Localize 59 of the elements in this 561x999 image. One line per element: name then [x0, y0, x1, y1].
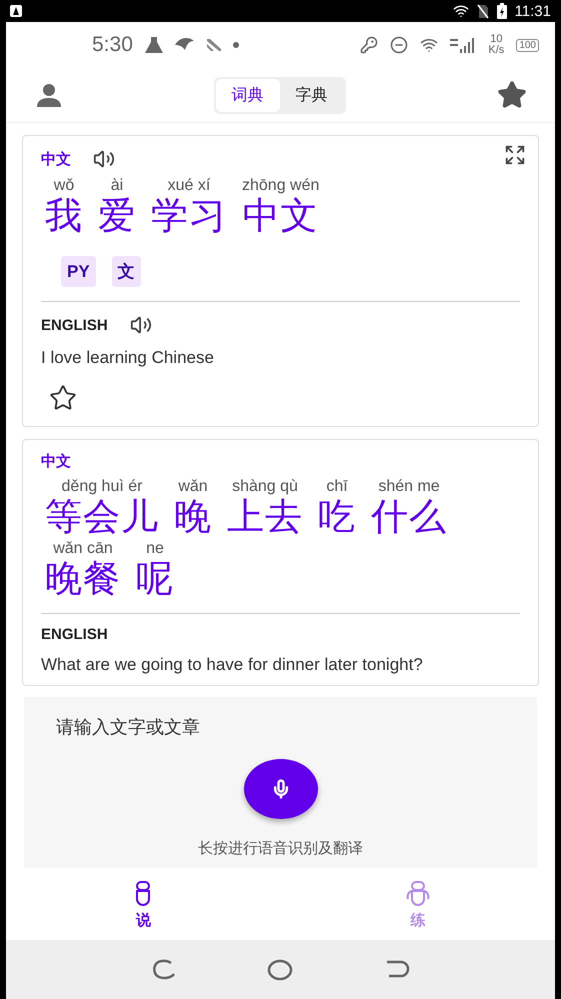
input-placeholder[interactable]: 请输入文字或文章 [56, 715, 200, 739]
language-label: ENGLISH [41, 626, 108, 643]
system-time: 11:31 [514, 2, 551, 20]
chinese-word: 等会儿 [45, 497, 159, 537]
wifi-icon [452, 3, 469, 19]
voice-hint: 长按进行语音识别及翻译 [198, 839, 363, 858]
chinese-word: 什么 [371, 497, 447, 537]
pinyin: shén me [378, 477, 440, 497]
pinyin: chī [326, 477, 348, 497]
translation-text: I love learning Chinese [41, 348, 215, 368]
pinyin: xué xí [168, 176, 210, 196]
network-speed: 10 [490, 34, 502, 45]
pinyin: děng huì ér [62, 477, 142, 497]
chinese-word: 学习 [151, 196, 227, 236]
flask-icon [144, 37, 163, 53]
chinese-word: 晚餐 [45, 559, 121, 599]
no-sim-icon [476, 4, 489, 18]
chinese-word: 晚 [174, 497, 212, 537]
status-time: 5:30 [92, 33, 133, 57]
chinese-word: 中文 [242, 196, 319, 236]
dictionary-tab[interactable]: 词典 [216, 78, 280, 112]
chinese-word: 上去 [227, 497, 303, 537]
pinyin: wǒ [54, 176, 74, 196]
pinyin: wǎn cān [53, 539, 113, 559]
pinyin: ne [146, 539, 164, 559]
speaker-icon[interactable] [93, 148, 115, 170]
language-label: 中文 [41, 452, 71, 471]
dot-icon [232, 42, 239, 48]
signal-icon [450, 37, 476, 53]
pinyin: ài [110, 176, 124, 196]
dictionary-tab[interactable]: 字典 [280, 78, 344, 112]
expand-icon[interactable] [504, 144, 526, 166]
home-icon[interactable] [267, 958, 294, 980]
app-notification-icon [10, 5, 22, 17]
display-toggle[interactable]: PY [61, 256, 96, 287]
language-label: 中文 [41, 150, 71, 168]
battery-level: 100 [516, 38, 539, 52]
pinyin: wǎn [178, 477, 208, 497]
key-icon [360, 36, 378, 54]
translation-text: What are we going to have for dinner later tonight? [41, 655, 424, 675]
do-not-disturb-icon [390, 36, 408, 54]
pinyin: zhōng wén [242, 176, 320, 196]
stripes-icon [206, 39, 221, 51]
favorites-icon[interactable] [497, 80, 527, 110]
pinyin: shàng qù [232, 477, 298, 497]
speaker-icon[interactable] [130, 314, 152, 336]
recents-icon[interactable] [151, 958, 178, 980]
chinese-word: 呢 [136, 559, 174, 599]
chinese-word: 吃 [318, 497, 356, 537]
wifi-icon [420, 36, 438, 54]
display-toggle[interactable]: 文 [112, 256, 141, 287]
network-speed-unit: K/s [488, 45, 504, 56]
chinese-word: 我 [45, 196, 83, 236]
microphone-button[interactable] [244, 759, 318, 819]
battery-charging-icon [496, 3, 507, 19]
nav-tab[interactable]: 说 [118, 874, 168, 934]
chinese-word: 爱 [98, 196, 136, 236]
language-label: ENGLISH [41, 316, 108, 334]
profile-icon[interactable] [36, 83, 62, 107]
